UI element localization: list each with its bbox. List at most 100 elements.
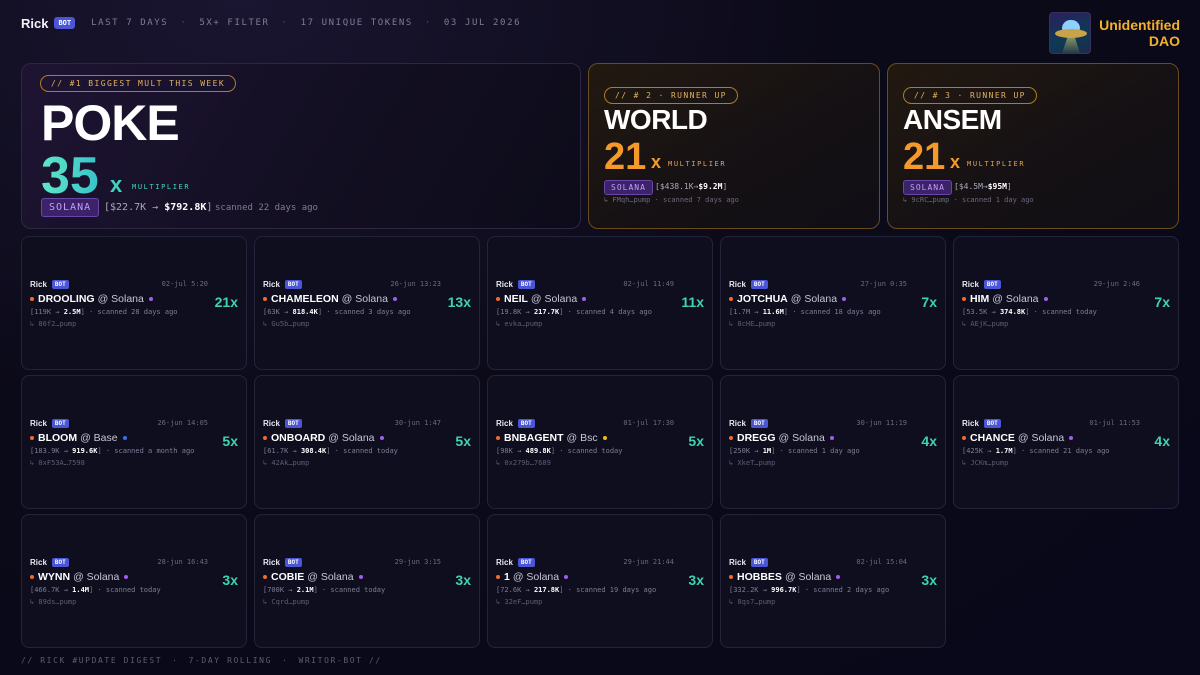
card-range: [250K → 1M] · scanned 1 day ago: [729, 447, 860, 455]
card-date: 27-jun 0:35: [860, 280, 907, 288]
status-dot: [962, 297, 966, 301]
token-address: ↳ 0xF53A…7598: [30, 459, 85, 467]
meta-filter: 5X+ FILTER: [199, 18, 270, 28]
token-card[interactable]: Rick BOT 30-jun 1:47 ONBOARD @ Solana 5x [61.7…: [254, 375, 480, 509]
card-title: DREGG @ Solana: [729, 432, 834, 444]
card-multiplier: 13x: [447, 294, 471, 310]
token-card[interactable]: Rick BOT 26-jun 14:05 BLOOM @ Base 5x [183.9K …: [21, 375, 247, 509]
status-dot: [30, 575, 34, 579]
card-multiplier: 5x: [455, 433, 471, 449]
card-brand: Rick BOT: [263, 419, 302, 428]
chain-dot: [829, 436, 834, 440]
status-dot: [729, 575, 733, 579]
card-brand: Rick BOT: [263, 280, 302, 289]
token-card[interactable]: Rick BOT 29-jun 21:44 1 @ Solana 3x [72.6K → 2…: [487, 514, 713, 648]
multiplier-label: MULTIPLIER: [668, 160, 727, 168]
status-dot: [263, 436, 267, 440]
token-name: 1: [504, 571, 510, 583]
header-bar: Rick BOT LAST 7 DAYS · 5X+ FILTER · 17 UNIQU…: [21, 14, 521, 32]
token-card[interactable]: Rick BOT 02-jul 15:04 HOBBES @ Solana 3x [332.…: [720, 514, 946, 648]
card-multiplier: 3x: [222, 572, 238, 588]
bot-badge: BOT: [51, 419, 69, 428]
hero-token-name: WORLD: [604, 104, 708, 135]
token-name: BLOOM: [38, 432, 78, 444]
card-range: [63K → 818.4K] · scanned 3 days ago: [263, 308, 411, 316]
card-title: COBIE @ Solana: [263, 571, 363, 583]
chain-dot: [842, 297, 847, 301]
card-date: 01-jul 17:30: [623, 419, 674, 427]
hero-card-2[interactable]: // # 2 · RUNNER UP WORLD 21 x MULTIPLIER…: [588, 63, 880, 229]
bot-badge: BOT: [284, 558, 302, 567]
card-date: 01-jul 11:53: [1089, 419, 1140, 427]
card-title: BLOOM @ Base: [30, 432, 127, 444]
chain-dot: [358, 575, 363, 579]
hero-x: x: [950, 152, 961, 172]
status-dot: [496, 575, 500, 579]
bot-badge: BOT: [750, 419, 768, 428]
chain-dot: [122, 436, 127, 440]
price-range: [$4.5M→$95M]: [954, 182, 1012, 191]
bot-badge: BOT: [517, 419, 535, 428]
status-dot: [496, 297, 500, 301]
bot-badge: BOT: [51, 280, 69, 289]
token-card[interactable]: Rick BOT 30-jun 11:19 DREGG @ Solana 4x [250K …: [720, 375, 946, 509]
token-card[interactable]: Rick BOT 26-jun 13:23 CHAMELEON @ Solana 13x […: [254, 236, 480, 370]
card-date: 26-jun 14:05: [157, 419, 208, 427]
token-card[interactable]: Rick BOT 02-jul 5:20 DROOLING @ Solana 21x [11…: [21, 236, 247, 370]
status-dot: [729, 436, 733, 440]
multiplier-label: MULTIPLIER: [967, 160, 1026, 168]
hero-x: x: [110, 172, 123, 197]
hero-token-name: POKE: [41, 95, 180, 151]
card-title: HIM @ Solana: [962, 293, 1048, 305]
chain-name: @ Solana: [73, 571, 120, 583]
card-date: 28-jun 16:43: [157, 558, 208, 566]
token-card[interactable]: Rick BOT 02-jul 11:49 NEIL @ Solana 11x [19.8K…: [487, 236, 713, 370]
chain-badge: SOLANA: [41, 198, 100, 217]
price-range: [$22.7K → $792.8K]: [104, 202, 213, 213]
card-brand: Rick BOT: [496, 280, 535, 289]
card-date: 29-jun 21:44: [623, 558, 674, 566]
bot-badge: BOT: [51, 558, 69, 567]
token-card[interactable]: Rick BOT 28-jun 16:43 WYNN @ Solana 3x [466.7K…: [21, 514, 247, 648]
card-range: [1.7M → 11.6M] · scanned 18 days ago: [729, 308, 881, 316]
bot-badge: BOT: [517, 280, 535, 289]
token-address: ↳ 42Ak…pump: [263, 459, 310, 467]
token-card[interactable]: Rick BOT 01-jul 11:53 CHANCE @ Solana 4x [425K…: [953, 375, 1179, 509]
chain-dot: [1069, 436, 1074, 440]
token-address: ↳ Cqrd…pump: [263, 598, 310, 606]
hero-card-3[interactable]: // # 3 · RUNNER UP ANSEM 21 x MULTIPLIER…: [887, 63, 1179, 229]
token-name: COBIE: [271, 571, 305, 583]
chain-badge: SOLANA: [604, 180, 653, 195]
card-range: [466.7K → 1.4M] · scanned today: [30, 586, 161, 594]
chain-name: @ Solana: [784, 571, 832, 583]
token-card[interactable]: Rick BOT 27-jun 0:35 JOTCHUA @ Solana 7x [1.7M…: [720, 236, 946, 370]
chain-badge: SOLANA: [903, 180, 952, 195]
token-address: ↳ 9cRC…pump · scanned 1 day ago: [903, 196, 1034, 204]
chain-name: @ Solana: [97, 293, 144, 305]
ufo-icon: [1049, 12, 1092, 54]
chain-dot: [124, 575, 129, 579]
bot-badge: BOT: [284, 419, 302, 428]
bot-badge: BOT: [517, 558, 535, 567]
hero-multiplier: 21: [604, 136, 647, 178]
token-address: ↳ AEjK…pump: [962, 320, 1009, 328]
hero-card-1[interactable]: // #1 BIGGEST MULT THIS WEEK POKE 35 x M…: [21, 63, 581, 229]
card-range: [72.6K → 217.8K] · scanned 19 days ago: [496, 586, 657, 594]
token-address: ↳ evka…pump: [496, 320, 543, 328]
card-multiplier: 4x: [1154, 433, 1170, 449]
token-card[interactable]: Rick BOT 01-jul 17:30 BNBAGENT @ Bsc 5x [98K →…: [487, 375, 713, 509]
hero-multiplier: 21: [903, 136, 946, 178]
token-name: DREGG: [737, 432, 776, 444]
card-date: 29-jun 2:46: [1093, 280, 1140, 288]
card-multiplier: 7x: [921, 294, 937, 310]
token-address: ↳ 0x279b…7689: [496, 459, 551, 467]
card-range: [61.7K → 308.4K] · scanned today: [263, 447, 398, 455]
chain-dot: [602, 436, 607, 440]
hero-multiplier: 35: [41, 147, 99, 205]
card-title: 1 @ Solana: [496, 571, 569, 583]
token-card[interactable]: Rick BOT 29-jun 2:46 HIM @ Solana 7x [53.5K → …: [953, 236, 1179, 370]
meta-period: LAST 7 DAYS: [91, 18, 169, 28]
bot-badge: BOT: [983, 280, 1001, 289]
token-card[interactable]: Rick BOT 29-jun 3:15 COBIE @ Solana 3x [700K →…: [254, 514, 480, 648]
status-dot: [496, 436, 500, 440]
